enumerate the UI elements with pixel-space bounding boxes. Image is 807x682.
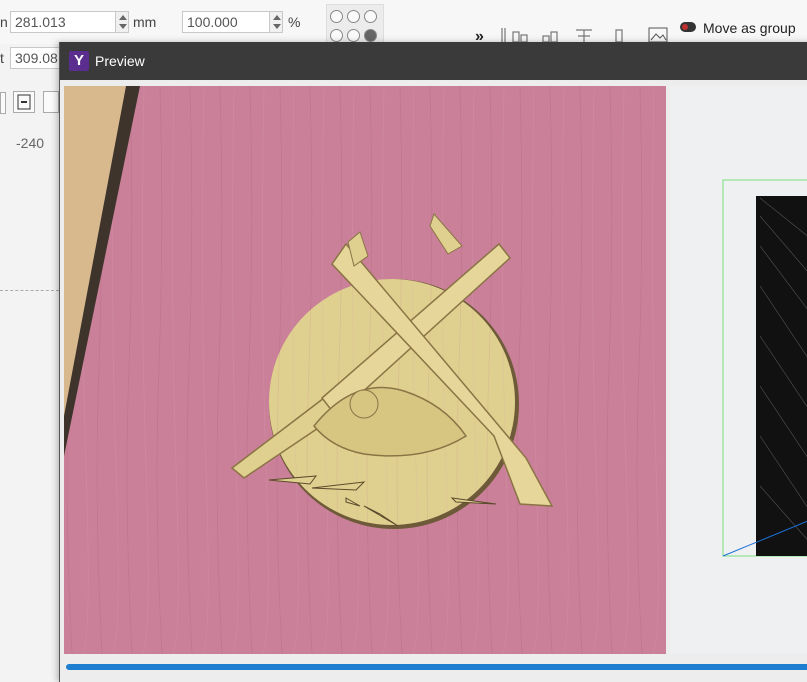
width-unit: mm (133, 14, 157, 30)
height-field[interactable]: 309.08 (10, 47, 66, 69)
height-label: t (0, 50, 4, 66)
scale-field[interactable]: 100.000 (182, 11, 270, 33)
width-label: n (0, 14, 8, 30)
anchor-point-icon[interactable] (364, 10, 377, 23)
main-toolbar: n 281.013 mm 100.000 % » Move as group (0, 0, 807, 46)
anchor-grid[interactable] (326, 4, 384, 46)
scale-unit: % (288, 14, 301, 30)
anchor-point-icon[interactable] (330, 10, 343, 23)
delete-page-icon[interactable] (13, 91, 35, 113)
3d-preview-viewport[interactable] (64, 86, 666, 654)
window-title: Preview (95, 53, 145, 69)
tool-button[interactable] (0, 92, 6, 114)
window-titlebar[interactable]: Y Preview (60, 42, 807, 80)
anchor-point-selected-icon[interactable] (364, 29, 377, 42)
anchor-point-icon[interactable] (347, 29, 360, 42)
anchor-point-icon[interactable] (330, 29, 343, 42)
ruler-mark: -240 (16, 135, 45, 151)
preview-window: Y Preview (59, 42, 807, 682)
move-as-group-label: Move as group (703, 20, 796, 36)
toolpath-render (722, 179, 807, 557)
move-as-group-toggle[interactable] (680, 22, 696, 32)
app-icon: Y (69, 51, 89, 71)
width-field[interactable]: 281.013 (10, 11, 116, 33)
width-stepper[interactable] (115, 11, 129, 33)
guide-line (0, 290, 59, 291)
scale-stepper[interactable] (269, 11, 283, 33)
settings-icon[interactable] (43, 91, 59, 113)
toolpath-panel[interactable] (670, 86, 807, 654)
render-progress-bar (66, 664, 807, 670)
carving-render (64, 86, 666, 654)
anchor-point-icon[interactable] (347, 10, 360, 23)
